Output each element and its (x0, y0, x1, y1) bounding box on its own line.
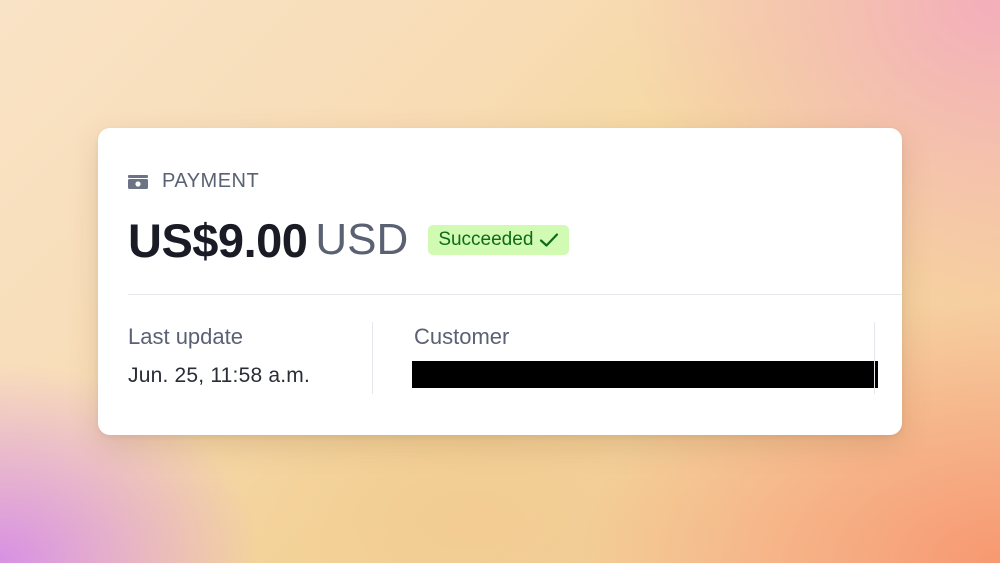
vertical-divider (874, 322, 875, 394)
customer-value-redacted (412, 361, 878, 388)
payment-currency: USD (315, 215, 409, 264)
customer-section: Customer (414, 323, 509, 351)
status-badge: Succeeded (428, 225, 570, 255)
last-update-value: Jun. 25, 11:58 a.m. (128, 364, 311, 387)
status-badge-label: Succeeded (438, 229, 534, 250)
payment-amount: US$9.00 (128, 213, 308, 267)
amount-row: US$9.00 USD Succeeded (128, 212, 570, 268)
vertical-divider (372, 322, 373, 394)
customer-label: Customer (414, 324, 510, 349)
divider (128, 294, 902, 295)
check-icon (539, 232, 559, 248)
last-update-section: Last update Jun. 25, 11:58 a.m. (128, 323, 310, 389)
payment-header: PAYMENT (128, 170, 259, 193)
last-update-label: Last update (128, 324, 243, 349)
payment-header-label: PAYMENT (162, 170, 260, 192)
payment-card: PAYMENT US$9.00 USD Succeeded Last updat… (98, 128, 902, 435)
payment-card-icon (128, 174, 148, 190)
